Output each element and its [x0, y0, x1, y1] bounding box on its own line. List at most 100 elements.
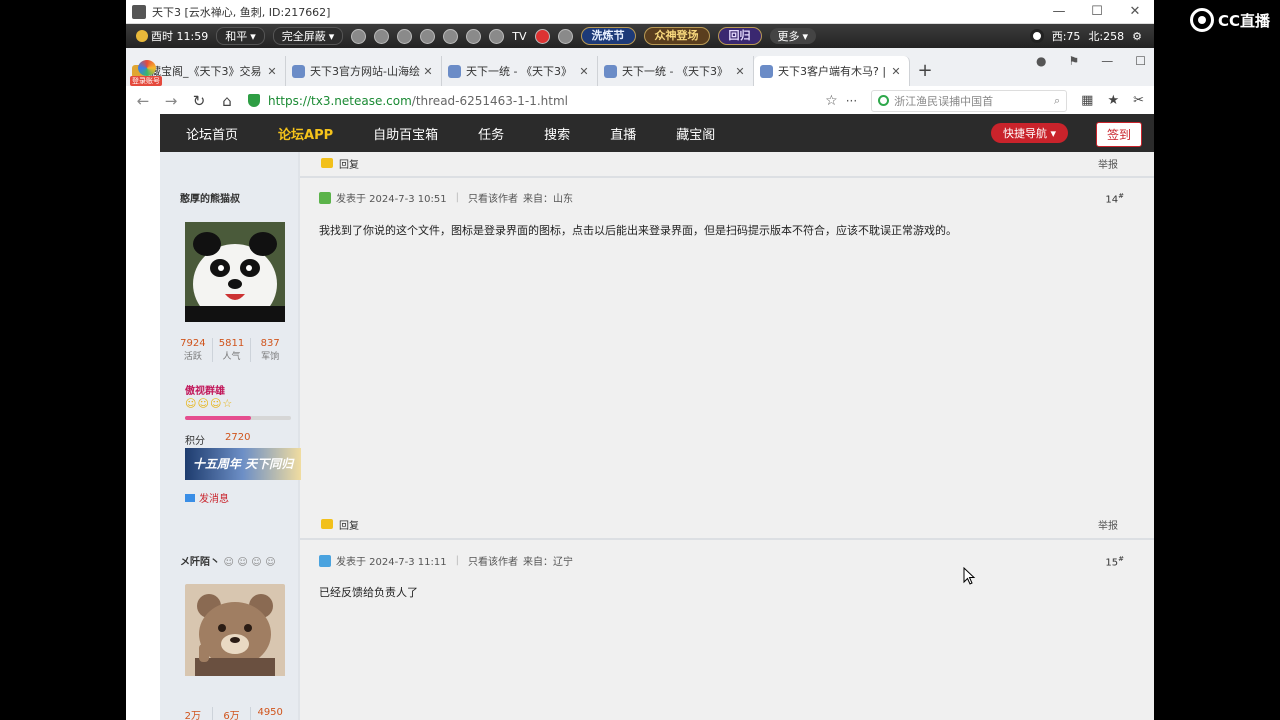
nav-forum-home[interactable]: 论坛首页 [160, 124, 258, 143]
record-icon[interactable]: ● [1036, 54, 1046, 68]
author-name[interactable]: メ阡陌丶 ☺ ☺ ☺ ☺ [180, 553, 276, 568]
tab-close-icon[interactable]: ✕ [577, 65, 591, 78]
home-icon[interactable]: ⌂ [220, 92, 234, 110]
tab-favicon [292, 64, 305, 78]
avatar[interactable] [185, 584, 285, 684]
favorites-icon[interactable]: ★ [1107, 93, 1119, 108]
report-link[interactable]: 举报 [1098, 156, 1118, 171]
nav-toolbox[interactable]: 自助百宝箱 [353, 124, 458, 143]
tab-forum-2[interactable]: 天下一统 - 《天下3》 ✕ [598, 56, 754, 86]
sun-rank-icon: ☺ [185, 397, 197, 410]
tab-forum-1[interactable]: 天下一统 - 《天下3》 ✕ [442, 56, 598, 86]
event-button-2[interactable]: 众神登场 [643, 27, 710, 45]
toolbar-icon-4[interactable] [420, 28, 436, 44]
exp-bar [185, 416, 291, 420]
floor-value: 15 [1105, 557, 1119, 569]
user-points: 积分 2720 [185, 432, 250, 447]
web-page: 论坛首页 论坛APP 自助百宝箱 任务 搜索 直播 藏宝阁 快捷导航 ▾ 签到 … [126, 114, 1154, 720]
sun-rank-icon: ☺ [209, 397, 222, 410]
login-badge[interactable]: 登录账号 [130, 60, 162, 86]
toolbar-icon-1[interactable] [351, 28, 367, 44]
tab-close-icon[interactable]: ✕ [421, 65, 435, 78]
reply-label: 回复 [339, 159, 359, 171]
reply-button[interactable]: 回复 [321, 517, 359, 532]
coord-x: 西:75 [1051, 30, 1081, 43]
only-author-link[interactable]: 只看该作者 [468, 553, 518, 568]
send-message-link[interactable]: 发消息 [185, 490, 229, 505]
search-input[interactable]: 浙江渔民误捕中国首 ⌕ [871, 89, 1068, 112]
toolbar-icon-8[interactable] [557, 28, 573, 44]
toolbar-icon-5[interactable] [443, 28, 459, 44]
sun-icon [136, 30, 148, 42]
rank-stars: ☺ ☺ ☺ ☆ [185, 397, 232, 410]
stat-value: 6万 [223, 711, 240, 720]
more-label: 更多 [777, 30, 800, 43]
minimize-button[interactable]: — [1040, 0, 1078, 24]
post-location: 来自：山东 [522, 194, 573, 205]
tab-close-icon[interactable]: ✕ [265, 65, 279, 78]
nav-tasks[interactable]: 任务 [458, 124, 524, 143]
tab-official-site[interactable]: 天下3官方网站-山海绘 ✕ [286, 56, 442, 86]
avatar[interactable] [185, 222, 285, 322]
tab-close-icon[interactable]: ✕ [889, 65, 903, 78]
tab-label: 天下一统 - 《天下3》 [622, 65, 728, 78]
nav-search[interactable]: 搜索 [524, 124, 590, 143]
stat-value: 2万 [184, 711, 202, 720]
browser-maximize-icon[interactable]: ☐ [1135, 54, 1146, 68]
window-titlebar: 天下3 [云水禅心, 鱼刺, ID:217662] — ☐ ✕ [126, 0, 1154, 24]
browser-minimize-icon[interactable]: — [1101, 54, 1113, 68]
nav-live[interactable]: 直播 [590, 124, 656, 143]
quick-nav-button[interactable]: 快捷导航 ▾ [990, 123, 1068, 143]
toolbar-icon-6[interactable] [466, 28, 482, 44]
cut-icon[interactable]: ✂ [1133, 93, 1144, 108]
bookmark-star-icon[interactable]: ☆ [825, 93, 838, 109]
tab-active-thread[interactable]: 天下3客户端有木马? | ✕ [754, 56, 910, 86]
reply-button[interactable]: 回复 [321, 156, 359, 171]
shirt-icon[interactable]: ⚑ [1068, 54, 1079, 68]
cc-live-watermark: CC直播 [1189, 8, 1270, 32]
post-15: メ阡陌丶 ☺ ☺ ☺ ☺ 2万 6万 4950 发表于 2024-7-3 11:… [160, 541, 1154, 720]
shield-dropdown[interactable]: 完全屏蔽 ▾ [272, 27, 344, 45]
toolbar-icon-2[interactable] [374, 28, 390, 44]
post-body: 我找到了你说的这个文件，图标是登录界面的图标，点击以后能出来登录界面，但是扫码提… [319, 224, 957, 237]
tv-button[interactable]: TV [512, 30, 526, 43]
secure-shield-icon [248, 94, 260, 107]
envelope-icon [185, 493, 195, 502]
post-date: 发表于 2024-7-3 11:11 [336, 557, 447, 568]
post-meta: 发表于 2024-7-3 10:51 | 只看该作者 来自：山东 [319, 190, 573, 205]
mode-dropdown[interactable]: 和平 ▾ [216, 27, 265, 45]
toolbar-icon-7[interactable] [489, 28, 505, 44]
url-field[interactable]: https://tx3.netease.com/thread-6251463-1… [248, 89, 857, 113]
nav-forum-app[interactable]: 论坛APP [258, 124, 353, 143]
star-rank-icon: ☆ [222, 397, 233, 410]
event-button-3[interactable]: 回归 [717, 27, 762, 45]
back-icon[interactable]: ← [136, 92, 150, 110]
more-dots-icon[interactable]: ··· [846, 94, 857, 108]
apps-grid-icon[interactable]: ▦ [1081, 93, 1093, 108]
nav-cangbaoge[interactable]: 藏宝阁 [656, 124, 735, 143]
stat-key: 活跃 [183, 352, 202, 362]
floor-number[interactable]: 15# [1105, 555, 1124, 568]
search-icon[interactable]: ⌕ [1054, 94, 1060, 108]
toolbar-icon-3[interactable] [397, 28, 413, 44]
search-text: 浙江渔民误捕中国首 [894, 94, 994, 108]
maximize-button[interactable]: ☐ [1078, 0, 1116, 24]
only-author-link[interactable]: 只看该作者 [468, 190, 518, 205]
close-button[interactable]: ✕ [1116, 0, 1154, 24]
settings-icon[interactable]: ⚙ [1132, 30, 1154, 43]
forward-icon[interactable]: → [164, 92, 178, 110]
sun-rank-icon: ☺ [197, 397, 209, 410]
game-window: 天下3 [云水禅心, 鱼刺, ID:217662] — ☐ ✕ 酉时 11:59… [126, 0, 1154, 720]
event-button-1[interactable]: 洗炼节 [580, 27, 636, 45]
checkin-button[interactable]: 签到 [1095, 122, 1142, 147]
netease-music-icon[interactable] [534, 28, 550, 44]
report-link[interactable]: 举报 [1098, 517, 1118, 532]
reload-icon[interactable]: ↻ [192, 92, 206, 110]
more-dropdown[interactable]: 更多 ▾ [769, 28, 817, 44]
tab-label: 天下3客户端有木马? | [778, 65, 887, 78]
author-name[interactable]: 憨厚的熊猫叔 [180, 190, 240, 205]
tab-favicon [604, 64, 617, 78]
tab-close-icon[interactable]: ✕ [733, 65, 747, 78]
new-tab-button[interactable]: + [910, 56, 940, 86]
floor-number[interactable]: 14# [1105, 192, 1124, 205]
